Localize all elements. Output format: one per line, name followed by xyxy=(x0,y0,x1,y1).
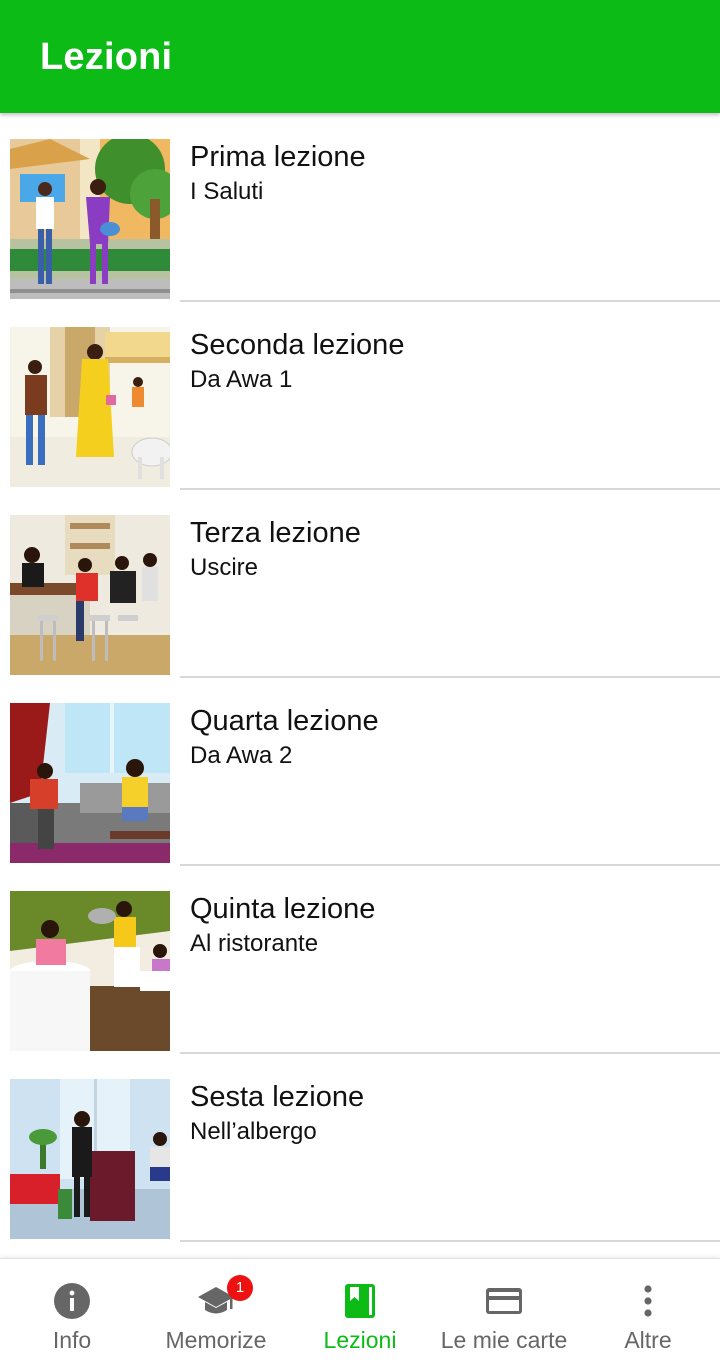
lesson-thumbnail xyxy=(10,703,170,863)
info-icon xyxy=(54,1283,90,1319)
app-bar: Lezioni xyxy=(0,0,720,113)
card-icon xyxy=(486,1288,522,1314)
lesson-list[interactable]: Prima lezione I Saluti Seconda lezione D… xyxy=(0,113,720,1258)
lesson-item[interactable]: Terza lezione Uscire xyxy=(0,489,720,678)
nav-label: Altre xyxy=(624,1327,672,1353)
lesson-title: Prima lezione xyxy=(190,141,366,173)
more-vertical-icon xyxy=(644,1285,652,1317)
nav-label: Le mie carte xyxy=(440,1327,568,1353)
nav-label: Memorize xyxy=(165,1327,267,1353)
lesson-title: Terza lezione xyxy=(190,517,361,549)
bottom-navigation: Info Memorize Lezioni Le mie carte Altre xyxy=(0,1258,720,1371)
lesson-subtitle: Da Awa 2 xyxy=(190,742,293,769)
lesson-item[interactable]: Sesta lezione Nell’albergo xyxy=(0,1053,720,1242)
nav-item-memorize[interactable]: Memorize xyxy=(144,1259,288,1371)
nav-item-lezioni[interactable]: Lezioni xyxy=(288,1259,432,1371)
lesson-thumbnail xyxy=(10,327,170,487)
lesson-subtitle: Al ristorante xyxy=(190,930,319,957)
nav-item-le-mie-carte[interactable]: Le mie carte xyxy=(432,1259,576,1371)
lesson-thumbnail xyxy=(10,891,170,1051)
divider xyxy=(180,1240,720,1242)
book-icon xyxy=(345,1284,375,1318)
lesson-item[interactable]: Seconda lezione Da Awa 1 xyxy=(0,301,720,490)
nav-label: Info xyxy=(52,1327,92,1353)
notification-badge: 1 xyxy=(227,1275,253,1301)
lesson-subtitle: Uscire xyxy=(190,554,259,581)
lesson-item[interactable]: Prima lezione I Saluti xyxy=(0,113,720,302)
lesson-subtitle: Da Awa 1 xyxy=(190,366,293,393)
lesson-title: Quinta lezione xyxy=(190,893,376,925)
lesson-title: Seconda lezione xyxy=(190,329,405,361)
lesson-subtitle: Nell’albergo xyxy=(190,1118,317,1145)
lesson-thumbnail xyxy=(10,139,170,299)
lesson-title: Sesta lezione xyxy=(190,1081,365,1113)
page-title: Lezioni xyxy=(40,36,173,78)
nav-item-altre[interactable]: Altre xyxy=(576,1259,720,1371)
lesson-item[interactable]: Quarta lezione Da Awa 2 xyxy=(0,677,720,866)
nav-label: Lezioni xyxy=(323,1327,397,1353)
nav-item-info[interactable]: Info xyxy=(0,1259,144,1371)
lesson-title: Quarta lezione xyxy=(190,705,379,737)
lesson-item[interactable]: Quinta lezione Al ristorante xyxy=(0,865,720,1054)
lesson-subtitle: I Saluti xyxy=(190,178,264,205)
lesson-thumbnail xyxy=(10,515,170,675)
lesson-thumbnail xyxy=(10,1079,170,1239)
